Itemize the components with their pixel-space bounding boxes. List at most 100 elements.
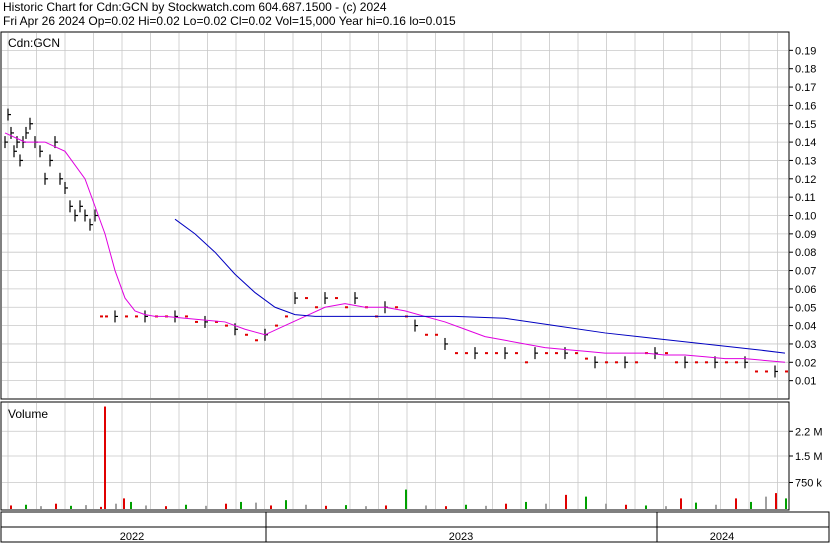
- no-trade-mark: [545, 352, 548, 355]
- volume-bar: [40, 506, 42, 509]
- volume-bar: [385, 505, 387, 509]
- no-trade-mark: [305, 297, 308, 300]
- volume-bar: [115, 503, 117, 509]
- no-trade-mark: [675, 361, 678, 364]
- volume-bar: [405, 489, 407, 509]
- no-trade-mark: [635, 361, 638, 364]
- y-tick-label: 0.10: [795, 211, 816, 223]
- no-trade-mark: [725, 361, 728, 364]
- volume-bar: [104, 406, 106, 509]
- no-trade-mark: [575, 352, 578, 355]
- no-trade-mark: [125, 315, 128, 318]
- no-trade-mark: [195, 320, 198, 323]
- y-tick-label: 0.06: [795, 284, 816, 296]
- y-tick-label: 0.14: [795, 137, 816, 149]
- volume-bar: [775, 493, 777, 509]
- x-tick-label: 2023: [449, 531, 473, 543]
- volume-bar: [123, 498, 125, 509]
- volume-bar: [765, 496, 767, 509]
- volume-bar: [70, 505, 72, 509]
- volume-bar: [665, 506, 667, 509]
- no-trade-mark: [435, 333, 438, 336]
- symbol-label: Cdn:GCN: [8, 36, 60, 50]
- price-axis: 0.19 0.18 0.17 0.16 0.15 0.14 0.13 0.12 0.11 0.10…: [789, 45, 816, 388]
- y-tick-label: 0.12: [795, 174, 816, 186]
- y-tick-label: 0.11: [795, 192, 816, 204]
- no-trade-mark: [495, 352, 498, 355]
- no-trade-mark: [105, 315, 108, 318]
- volume-bar: [25, 504, 27, 509]
- volume-bar: [625, 504, 627, 509]
- y-tick-label: 750 k: [795, 478, 822, 490]
- volume-bar: [465, 504, 467, 509]
- y-tick-label: 0.15: [795, 119, 816, 131]
- y-tick-label: 0.18: [795, 64, 816, 76]
- volume-bar: [55, 503, 57, 509]
- volume-bar: [85, 505, 87, 509]
- y-tick-label: 0.04: [795, 321, 816, 333]
- volume-bar: [485, 505, 487, 509]
- x-tick-label: 2022: [120, 531, 144, 543]
- volume-bar: [205, 505, 207, 509]
- no-trade-mark: [555, 352, 558, 355]
- volume-bar: [165, 506, 167, 509]
- y-tick-label: 0.01: [795, 376, 816, 388]
- volume-label: Volume: [8, 407, 48, 421]
- volume-axis: 2.2 M 1.5 M 750 k: [789, 426, 823, 490]
- y-tick-label: 2.2 M: [795, 426, 823, 438]
- no-trade-mark: [785, 370, 788, 373]
- y-tick-label: 0.16: [795, 100, 816, 112]
- no-trade-mark: [275, 324, 278, 327]
- no-trade-mark: [255, 339, 258, 342]
- no-trade-mark: [285, 315, 288, 318]
- volume-bar: [445, 506, 447, 509]
- no-trade-mark: [465, 352, 468, 355]
- volume-bar: [715, 504, 717, 509]
- volume-bar: [545, 503, 547, 509]
- volume-bar: [100, 506, 102, 509]
- y-tick-label: 0.09: [795, 229, 816, 241]
- no-trade-mark: [605, 361, 608, 364]
- volume-bar: [285, 500, 287, 509]
- volume-bar: [505, 503, 507, 509]
- volume-bar: [225, 503, 227, 509]
- no-trade-mark: [315, 306, 318, 309]
- no-trade-mark: [425, 333, 428, 336]
- y-tick-label: 0.17: [795, 82, 816, 94]
- volume-bar: [305, 504, 307, 509]
- volume-bar: [325, 505, 327, 509]
- volume-bar: [750, 501, 752, 509]
- volume-bar: [680, 498, 682, 509]
- volume-bar: [270, 505, 272, 509]
- no-trade-mark: [485, 352, 488, 355]
- volume-bar: [565, 494, 567, 509]
- volume-bar: [735, 498, 737, 509]
- y-tick-label: 0.13: [795, 155, 816, 167]
- volume-bar: [240, 501, 242, 509]
- no-trade-mark: [245, 333, 248, 336]
- volume-bar: [185, 504, 187, 509]
- no-trade-mark: [695, 361, 698, 364]
- no-trade-mark: [665, 352, 668, 355]
- volume-bar: [145, 505, 147, 509]
- no-trade-mark: [185, 315, 188, 318]
- no-trade-mark: [100, 315, 103, 318]
- no-trade-mark: [135, 315, 138, 318]
- no-trade-mark: [615, 361, 618, 364]
- y-tick-label: 1.5 M: [795, 451, 823, 463]
- volume-bar: [645, 505, 647, 509]
- volume-bar: [695, 502, 697, 509]
- no-trade-mark: [735, 361, 738, 364]
- y-tick-label: 0.08: [795, 247, 816, 259]
- no-trade-mark: [345, 306, 348, 309]
- volume-bar: [345, 505, 347, 509]
- no-trade-mark: [765, 370, 768, 373]
- no-trade-mark: [515, 352, 518, 355]
- no-trade-mark: [455, 352, 458, 355]
- volume-bar: [10, 505, 12, 509]
- no-trade-mark: [705, 361, 708, 364]
- volume-bar: [130, 501, 132, 509]
- no-trade-mark: [395, 306, 398, 309]
- y-tick-label: 0.02: [795, 357, 816, 369]
- volume-bar: [255, 502, 257, 509]
